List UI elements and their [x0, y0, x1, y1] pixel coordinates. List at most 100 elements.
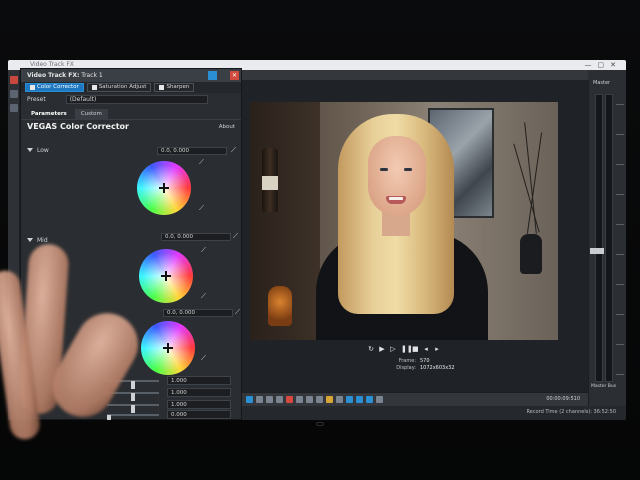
low-value-field[interactable]: 0.0, 0.000: [157, 147, 227, 155]
fx-chain-color-corrector[interactable]: Color Corrector: [25, 83, 84, 92]
enable-checkbox[interactable]: [159, 85, 165, 90]
display-value: 1072x603x32: [420, 365, 455, 371]
tool-icon[interactable]: [9, 104, 18, 112]
video-subject-face: [368, 136, 426, 216]
fx-chain-label: Sharpen: [166, 84, 190, 90]
next-frame-icon[interactable]: ▸: [434, 346, 440, 353]
host-window-controls[interactable]: —▢✕: [585, 60, 622, 70]
fx-chain-label: Color Corrector: [37, 84, 79, 90]
ripple-icon[interactable]: [366, 396, 373, 403]
help-icon[interactable]: [208, 71, 217, 80]
slider-value-field[interactable]: 1.000: [167, 400, 231, 409]
stop-icon[interactable]: ■: [412, 346, 419, 353]
pause-icon[interactable]: ❚❚: [401, 346, 413, 353]
enable-checkbox[interactable]: [30, 85, 35, 90]
record-time: Record Time (2 channels): 36:52:50: [526, 409, 616, 415]
video-track-fx-dialog: Video Track FX: Track 1 ✕ Color Correcto…: [20, 68, 242, 420]
plugin-header: VEGAS Color Corrector About: [21, 119, 241, 133]
record-icon[interactable]: [9, 76, 18, 84]
eyedropper-icon[interactable]: ⟋: [231, 147, 238, 154]
eyedropper-icon[interactable]: ⟋: [201, 247, 208, 254]
slider-track[interactable]: [107, 380, 159, 389]
crosshair-icon[interactable]: [159, 183, 169, 193]
high-value-field[interactable]: 0.0, 0.000: [163, 309, 233, 317]
meter-tick: [616, 254, 624, 255]
meter-tick: [616, 224, 624, 225]
monitor-logo: [316, 422, 324, 426]
mid-label[interactable]: Mid: [27, 237, 48, 244]
master-meter-left: [595, 94, 603, 382]
slider-value-field[interactable]: 0.000: [167, 410, 231, 419]
fx-dialog-title: Video Track FX:: [27, 72, 80, 79]
marker-icon[interactable]: [336, 396, 343, 403]
high-color-wheel[interactable]: [141, 321, 195, 375]
undo-icon[interactable]: [306, 396, 313, 403]
collapse-icon: [27, 148, 33, 152]
envelope-tool-icon[interactable]: [256, 396, 263, 403]
slider-value-field[interactable]: 1.000: [167, 388, 231, 397]
display-label: Display:: [396, 365, 416, 371]
slider-value-field[interactable]: 1.000: [167, 376, 231, 385]
close-button[interactable]: ✕: [230, 71, 239, 80]
video-subject-teeth: [389, 197, 403, 200]
mid-value-field[interactable]: 0.0, 0.000: [161, 233, 231, 241]
trim-icon[interactable]: [296, 396, 303, 403]
meter-tick: [616, 314, 624, 315]
eyedropper-icon[interactable]: ⟋: [233, 233, 240, 240]
master-bus-label: Master Bus: [591, 384, 617, 389]
slider-track[interactable]: [107, 414, 159, 420]
redo-icon[interactable]: [316, 396, 323, 403]
zoom-tool-icon[interactable]: [276, 396, 283, 403]
eyedropper-icon[interactable]: ⟋: [201, 293, 208, 300]
video-subject-eye: [380, 168, 388, 171]
master-fader[interactable]: [590, 248, 604, 254]
delete-icon[interactable]: [286, 396, 293, 403]
slider-track[interactable]: [107, 404, 159, 413]
normal-edit-tool-icon[interactable]: [246, 396, 253, 403]
enable-checkbox[interactable]: [91, 85, 97, 90]
low-color-wheel[interactable]: [137, 161, 191, 215]
meter-tick: [616, 194, 624, 195]
slider-row-3: 0.000: [27, 410, 239, 420]
group-icon[interactable]: [376, 396, 383, 403]
master-meter-right: [605, 94, 613, 382]
lock-icon[interactable]: [326, 396, 333, 403]
auto-crossfade-icon[interactable]: [356, 396, 363, 403]
low-section: Low 0.0, 0.000 ⟋ ⟋ ⟋: [21, 143, 241, 229]
fx-chain-label: Saturation Adjust: [98, 84, 147, 90]
snap-icon[interactable]: [346, 396, 353, 403]
preset-dropdown[interactable]: (Default): [65, 94, 208, 104]
crosshair-icon[interactable]: [163, 343, 173, 353]
fx-chain-saturation-adjust[interactable]: Saturation Adjust: [86, 83, 152, 92]
about-button[interactable]: About: [219, 124, 235, 130]
crosshair-icon[interactable]: [161, 271, 171, 281]
slider-row-0: 1.000: [27, 376, 239, 389]
play-from-start-icon[interactable]: ▷: [390, 346, 396, 353]
meter-tick: [616, 134, 624, 135]
low-label[interactable]: Low: [27, 147, 49, 154]
frame-info: Frame: 570 Display: 1072x603x32: [392, 358, 455, 372]
video-subject-eye: [404, 168, 412, 171]
tab-parameters[interactable]: Parameters: [25, 109, 73, 119]
tab-custom[interactable]: Custom: [74, 109, 108, 119]
play-icon[interactable]: ▶: [379, 346, 385, 353]
video-lamp: [268, 286, 292, 326]
fx-chain-sharpen[interactable]: Sharpen: [154, 83, 195, 92]
eyedropper-icon[interactable]: ⟋: [235, 309, 242, 316]
master-bus-panel: Master Master Bus: [588, 80, 626, 420]
slider-track[interactable]: [107, 392, 159, 401]
tool-icon[interactable]: [9, 90, 18, 98]
selection-tool-icon[interactable]: [266, 396, 273, 403]
frame-value: 570: [420, 358, 430, 364]
eyedropper-icon[interactable]: ⟋: [201, 355, 208, 362]
loop-icon[interactable]: ↻: [368, 346, 374, 353]
mid-color-wheel[interactable]: [139, 249, 193, 303]
slider-thumb[interactable]: [107, 415, 111, 420]
video-preview[interactable]: [250, 102, 558, 340]
meter-tick: [616, 284, 624, 285]
high-section: 0.0, 0.000 ⟋ ⟋: [21, 309, 241, 379]
eyedropper-icon[interactable]: ⟋: [199, 159, 206, 166]
status-bar: Record Time (2 channels): 36:52:50: [242, 406, 626, 420]
prev-frame-icon[interactable]: ◂: [423, 346, 429, 353]
eyedropper-icon[interactable]: ⟋: [199, 205, 206, 212]
